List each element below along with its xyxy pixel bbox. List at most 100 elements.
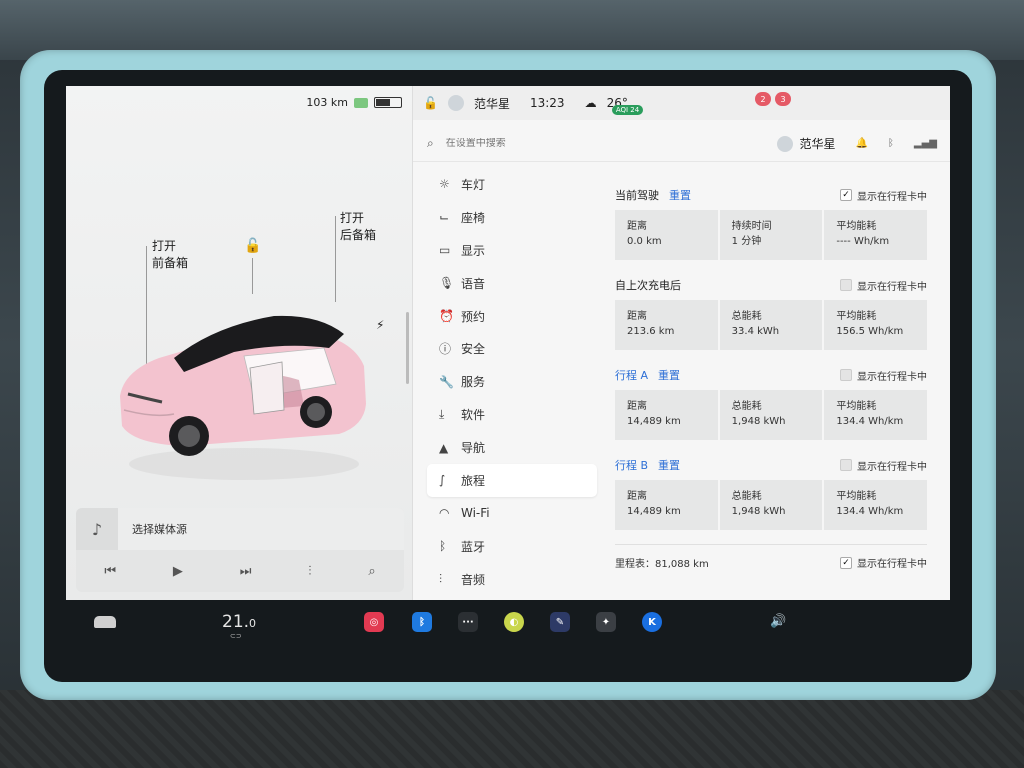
trip-a-show-checkbox[interactable]: 显示在行程卡中 <box>840 368 927 383</box>
stat-value: 14,489 km <box>627 506 681 517</box>
stat-cell: 距离 0.0 km <box>615 210 718 260</box>
map-pin-a[interactable]: 2 <box>755 92 771 106</box>
netease-music-icon[interactable]: ◎ <box>364 612 384 632</box>
play-icon[interactable]: ▶ <box>173 564 183 579</box>
menu-item-label: 软件 <box>461 408 486 423</box>
trunk-button[interactable]: 打开 后备箱 <box>340 210 376 244</box>
trip-b-show-checkbox[interactable]: 显示在行程卡中 <box>840 458 927 473</box>
stat-cell: 平均能耗 134.4 Wh/km <box>824 390 928 440</box>
stat-label: 总能耗 <box>731 311 762 322</box>
checkbox-unchecked-icon <box>840 279 852 291</box>
equalizer-icon[interactable]: ⫶ <box>308 564 311 579</box>
menu-item-audio[interactable]: ⫶ 音频 <box>427 563 597 596</box>
search-icon[interactable]: ⌕ <box>368 564 375 579</box>
stat-label: 距离 <box>627 311 647 322</box>
stat-value: 134.4 Wh/km <box>836 416 904 427</box>
trip-a-reset-button[interactable]: 重置 <box>658 367 680 383</box>
car-icon[interactable] <box>94 616 116 628</box>
volume-icon[interactable]: 🔊 <box>770 614 786 629</box>
menu-item-label: 音频 <box>461 572 486 587</box>
clock: 13:23 <box>529 96 565 110</box>
trip-b-reset-button[interactable]: 重置 <box>658 457 680 473</box>
menu-item-safety[interactable]: ⓘ 安全 <box>427 332 597 365</box>
show-in-card-label: 显示在行程卡中 <box>857 191 927 203</box>
stat-value: ---- Wh/km <box>836 236 890 247</box>
odometer-show-checkbox[interactable]: ✓ 显示在行程卡中 <box>840 555 927 570</box>
profile-name[interactable]: 范华星 <box>474 95 510 112</box>
previous-track-icon[interactable]: ⏮ <box>104 564 116 579</box>
stat-label: 平均能耗 <box>836 221 877 232</box>
unlock-icon[interactable]: 🔓 <box>244 238 261 254</box>
stat-label: 距离 <box>627 221 647 232</box>
map-pins: 2 3 <box>755 92 791 106</box>
seat-heat-icon: ⊂⊃ <box>230 632 242 640</box>
trip-b-title: 行程 B <box>615 459 649 472</box>
menu-item-software[interactable]: ⤓ 软件 <box>427 398 597 431</box>
stat-value: 1,948 kWh <box>731 416 786 427</box>
current-drive-show-checkbox[interactable]: ✓ 显示在行程卡中 <box>840 188 927 203</box>
menu-item-seats[interactable]: ⌙ 座椅 <box>427 201 597 234</box>
stat-label: 平均能耗 <box>836 401 877 412</box>
current-drive-reset-button[interactable]: 重置 <box>669 187 691 203</box>
profile-button[interactable]: 范华星 <box>777 135 835 152</box>
media-player: ♪ 选择媒体源 ⏮ ▶ ⏭ ⫶ ⌕ <box>76 508 404 592</box>
climate-temperature[interactable]: 21.0 <box>222 612 256 632</box>
trip-b-card: 距离 14,489 km 总能耗 1,948 kWh 平均能耗 134.4 Wh/km <box>615 480 928 530</box>
car-image[interactable] <box>114 286 374 486</box>
lock-icon[interactable]: 🔓 <box>423 96 438 110</box>
more-apps-icon[interactable]: ··· <box>458 612 478 632</box>
stat-label: 距离 <box>627 401 647 412</box>
media-source-row[interactable]: ♪ 选择媒体源 <box>76 508 404 550</box>
next-track-icon[interactable]: ⏭ <box>240 564 252 579</box>
bluetooth-app-icon[interactable]: ᛒ <box>412 612 432 632</box>
show-in-card-label: 显示在行程卡中 <box>857 461 927 473</box>
menu-item-label: 蓝牙 <box>461 539 486 554</box>
media-source-label: 选择媒体源 <box>132 523 187 536</box>
menu-item-label: 预约 <box>461 309 486 324</box>
settings-search-input[interactable] <box>445 138 666 149</box>
menu-item-voice[interactable]: 🎙 语音 <box>427 267 597 300</box>
settings-panel: 🔓 范华星 13:23 ☁ 26° AQI 24 2 3 ⌕ 范华星 🔔 ᛒ <box>412 86 950 600</box>
app-icon-green[interactable]: ◐ <box>504 612 524 632</box>
wifi-icon: ◠ <box>439 506 450 521</box>
microphone-icon: 🎙 <box>439 276 455 291</box>
trip-a-card: 距离 14,489 km 总能耗 1,948 kWh 平均能耗 134.4 Wh/km <box>615 390 928 440</box>
app-icon-puzzle[interactable]: ✦ <box>596 612 616 632</box>
frunk-button[interactable]: 打开 前备箱 <box>152 238 188 272</box>
temperature-main: 21. <box>222 612 250 632</box>
profile-avatar-icon[interactable] <box>447 95 464 111</box>
settings-search-bar: ⌕ 范华星 🔔 ᛒ ▂▄▆ <box>413 126 950 162</box>
stat-cell: 平均能耗 156.5 Wh/km <box>824 300 928 350</box>
menu-item-trips[interactable]: ∫ 旅程 <box>427 464 597 497</box>
profile-button-label: 范华星 <box>799 137 836 151</box>
stat-value: 1 分钟 <box>731 236 762 247</box>
menu-item-schedule[interactable]: ⏰ 预约 <box>427 300 597 333</box>
trip-b-header: 行程 B 重置 显示在行程卡中 <box>615 454 927 476</box>
bell-icon[interactable]: 🔔 <box>855 138 867 149</box>
menu-item-navigation[interactable]: ▲ 导航 <box>427 431 597 464</box>
app-icon-k[interactable]: K <box>642 612 662 632</box>
menu-item-label: 旅程 <box>461 473 486 488</box>
map-pin-b[interactable]: 3 <box>775 92 791 106</box>
menu-item-wifi[interactable]: ◠ Wi-Fi <box>427 497 597 530</box>
since-charge-show-checkbox[interactable]: 显示在行程卡中 <box>840 278 927 293</box>
car-panel-scrollbar[interactable] <box>406 312 409 384</box>
display-icon: ▭ <box>439 243 451 258</box>
show-in-card-label: 显示在行程卡中 <box>857 559 927 570</box>
menu-item-bluetooth[interactable]: ᛒ 蓝牙 <box>427 530 597 563</box>
bluetooth-icon[interactable]: ᛒ <box>888 138 894 149</box>
aqi-badge: AQI 24 <box>611 105 644 115</box>
menu-item-label: 座椅 <box>461 210 486 225</box>
trunk-open-label: 打开 <box>340 211 365 225</box>
app-icon-pen[interactable]: ✎ <box>550 612 570 632</box>
menu-item-display[interactable]: ▭ 显示 <box>427 234 597 267</box>
stat-cell: 距离 213.6 km <box>615 300 718 350</box>
seat-icon: ⌙ <box>439 210 450 225</box>
charge-port-icon[interactable]: ⚡ <box>376 318 384 332</box>
weather-icon: ☁ <box>584 96 597 110</box>
trips-content: 当前驾驶 重置 ✓ 显示在行程卡中 距离 0.0 km 持续时间 1 分钟 平均能耗… <box>615 184 928 570</box>
odometer-row: 里程表：81,088 km ✓ 显示在行程卡中 <box>615 544 927 570</box>
menu-item-lights[interactable]: ☼ 车灯 <box>427 168 597 201</box>
menu-item-service[interactable]: 🔧 服务 <box>427 365 597 398</box>
wrench-icon: 🔧 <box>439 374 454 389</box>
